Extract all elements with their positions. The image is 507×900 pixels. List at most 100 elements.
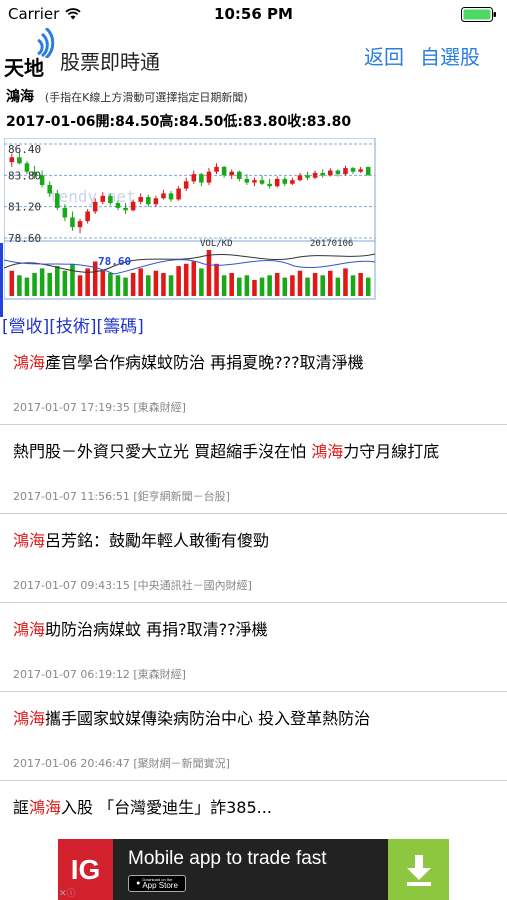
candle-body[interactable] [176,188,181,200]
candle-body[interactable] [85,211,90,222]
candle-body[interactable] [221,166,227,176]
candle-body[interactable] [335,170,341,175]
candle-body[interactable] [343,168,348,175]
candle-body[interactable] [252,180,257,183]
volume-bar [274,273,280,296]
candle-body[interactable] [237,171,242,179]
candle-body[interactable] [320,172,325,176]
technical-link[interactable]: [技術] [49,317,96,337]
candle-body[interactable] [305,175,310,178]
candle-body[interactable] [55,193,60,208]
candle-body[interactable] [168,193,174,200]
news-item[interactable]: 熱門股－外資只愛大立光 買超縮手沒在怕 鴻海力守月線打底 2017-01-07 … [0,425,507,514]
app-logo: 天地 [2,28,56,80]
volume-bar [39,268,45,296]
volume-bar [206,250,212,296]
apple-icon: ● [136,880,141,887]
candle-body[interactable] [138,197,143,202]
candle-body[interactable] [183,181,189,189]
candle-body[interactable] [108,195,113,204]
volume-bar [312,273,318,296]
store-big-text: App Store [142,880,178,890]
candle-body[interactable] [100,195,106,202]
candle-body[interactable] [229,171,234,176]
candle-body[interactable] [77,221,83,228]
ad-banner[interactable]: IG Mobile app to trade fast ● Download o… [58,839,449,900]
volume-bar [168,275,174,296]
candle-body[interactable] [199,174,204,183]
volume-bar [62,270,68,296]
volume-bar [343,268,348,296]
highlight-keyword: 鴻海 [13,709,46,728]
volume-bar [290,275,295,296]
candle-body[interactable] [365,166,371,176]
candle-body[interactable] [9,157,15,163]
candle-body[interactable] [206,171,212,183]
volume-bar [229,273,234,296]
candle-body[interactable] [259,180,265,184]
candle-body[interactable] [297,175,303,181]
candle-body[interactable] [191,174,197,182]
candle-body[interactable] [328,170,333,176]
candle-body[interactable] [123,207,128,211]
download-icon [406,854,431,886]
volume-bar [199,268,204,296]
volume-bar [17,275,22,296]
k-line-chart[interactable]: tendy.net 86.40 83.80 81.20 78.60 VOL/KD 20… [3,137,376,300]
news-item[interactable]: 鴻海產官學合作病媒蚊防治 再捐夏晚???取清淨機 2017-01-07 17:1… [0,336,507,425]
app-store-badge[interactable]: ● Download on the App Store [128,875,186,892]
candle-body[interactable] [214,166,219,172]
candle-body[interactable] [358,169,363,172]
volume-bar [77,275,83,296]
candle-body[interactable] [153,198,159,205]
candle-body[interactable] [290,180,295,184]
candle-body[interactable] [312,172,318,178]
nav-bar: 天地 股票即時通 返回 自選股 [0,28,507,80]
y-axis-label: 78.60 [8,232,41,245]
volume-bar [328,270,333,296]
candle-body[interactable] [17,157,22,164]
news-item[interactable]: 鴻海呂芳銘：鼓勵年輕人敢衝有傻勁 2017-01-07 09:43:15 [中央… [0,514,507,603]
volume-bar [191,261,197,296]
news-title: 鴻海攜手國家蚊媒傳染病防治中心 投入登革熱防治 [13,709,371,728]
volume-bar [350,275,356,296]
volume-bar [259,277,265,296]
volume-bar [244,275,250,296]
ohlc-summary: 2017-01-06開:84.50高:84.50低:83.80收:83.80 [6,114,352,130]
ad-close-icon[interactable]: ✕ⓘ [59,886,76,899]
candle-body[interactable] [62,207,68,218]
candle-body[interactable] [350,168,356,172]
revenue-link[interactable]: [營收] [2,317,49,337]
stock-name: 鴻海 [6,89,34,105]
favorites-button[interactable]: 自選股 [420,41,480,70]
k-line-svg[interactable]: tendy.net 86.40 83.80 81.20 78.60 VOL/KD 20… [3,137,376,300]
candle-body[interactable] [115,203,121,208]
selection-marker [0,243,3,317]
candle-body[interactable] [274,178,280,187]
news-item[interactable]: 鴻海助防治病媒蚊 再捐?取清??淨機 2017-01-07 06:19:12 [… [0,603,507,692]
candle-body[interactable] [161,193,166,199]
candle-body[interactable] [267,183,272,187]
candle-body[interactable] [146,197,151,205]
volume-bar [305,277,310,296]
candle-body[interactable] [70,217,75,228]
candle-body[interactable] [92,201,98,212]
volume-bar [130,273,136,296]
chart-date-label: 20170106 [310,239,353,249]
volume-bar [32,273,37,296]
news-item[interactable]: 鴻海攜手國家蚊媒傳染病防治中心 投入登革熱防治 2017-01-06 20:46… [0,692,507,781]
candle-body[interactable] [130,201,136,211]
chips-link[interactable]: [籌碼] [97,317,144,337]
y-axis-label: 83.80 [8,169,41,182]
candle-body[interactable] [244,178,250,183]
candle-body[interactable] [47,184,52,194]
back-button[interactable]: 返回 [364,41,404,70]
download-button[interactable] [388,839,449,900]
news-list: 鴻海產官學合作病媒蚊防治 再捐夏晚???取清淨機 2017-01-07 17:1… [0,336,507,870]
chart-hint: (手指在K線上方滑動可選擇指定日期新聞) [44,91,248,104]
ad-headline: Mobile app to trade fast [128,848,327,869]
volume-bar [183,263,189,296]
candle-body[interactable] [282,178,288,184]
volume-bar [55,266,60,296]
volume-bar [237,277,242,296]
